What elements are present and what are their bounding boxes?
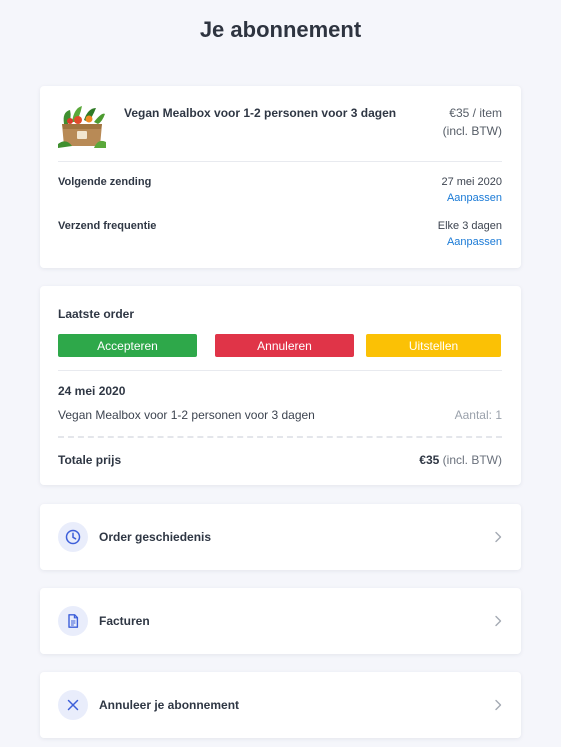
edit-next-shipment-link[interactable]: Aanpassen <box>447 192 502 204</box>
cancel-subscription-link[interactable]: Annuleer je abonnement <box>40 672 521 738</box>
divider <box>58 370 502 371</box>
order-history-link[interactable]: Order geschiedenis <box>40 504 521 570</box>
order-history-label: Order geschiedenis <box>99 530 212 544</box>
product-vat-note: (incl. BTW) <box>442 124 502 138</box>
postpone-button[interactable]: Uitstellen <box>366 334 501 357</box>
frequency-label: Verzend frequentie <box>58 220 157 232</box>
product-name: Vegan Mealbox voor 1-2 personen voor 3 d… <box>124 106 397 120</box>
dashed-divider <box>58 436 502 438</box>
close-icon <box>58 690 88 720</box>
cancel-subscription-label: Annuleer je abonnement <box>99 698 240 712</box>
product-price: €35 / item <box>449 106 502 120</box>
order-item-name: Vegan Mealbox voor 1-2 personen voor 3 d… <box>58 408 315 422</box>
page-title: Je abonnement <box>199 17 362 42</box>
last-order-card: Laatste order Accepteren Annuleren Uitst… <box>40 286 521 485</box>
cancel-button[interactable]: Annuleren <box>215 334 354 357</box>
subscription-card: Vegan Mealbox voor 1-2 personen voor 3 d… <box>40 86 521 268</box>
last-order-title: Laatste order <box>58 307 135 321</box>
chevron-right-icon <box>495 615 502 627</box>
document-icon <box>58 606 88 636</box>
total-price-amount: €35 <box>419 453 440 467</box>
total-price-vat: (incl. BTW) <box>439 453 502 467</box>
edit-frequency-link[interactable]: Aanpassen <box>447 236 502 248</box>
frequency-value: Elke 3 dagen <box>437 220 502 232</box>
chevron-right-icon <box>495 699 502 711</box>
order-item-quantity: Aantal: 1 <box>454 408 502 422</box>
next-shipment-label: Volgende zending <box>58 176 152 188</box>
divider <box>58 161 502 162</box>
order-date: 24 mei 2020 <box>58 384 126 398</box>
invoices-link[interactable]: Facturen <box>40 588 521 654</box>
accept-button[interactable]: Accepteren <box>58 334 197 357</box>
next-shipment-date: 27 mei 2020 <box>441 176 502 188</box>
total-price-label: Totale prijs <box>58 453 122 467</box>
chevron-right-icon <box>495 531 502 543</box>
product-image <box>58 104 106 148</box>
total-price-value: €35 (incl. BTW) <box>419 453 502 467</box>
invoices-label: Facturen <box>99 614 150 628</box>
clock-icon <box>58 522 88 552</box>
